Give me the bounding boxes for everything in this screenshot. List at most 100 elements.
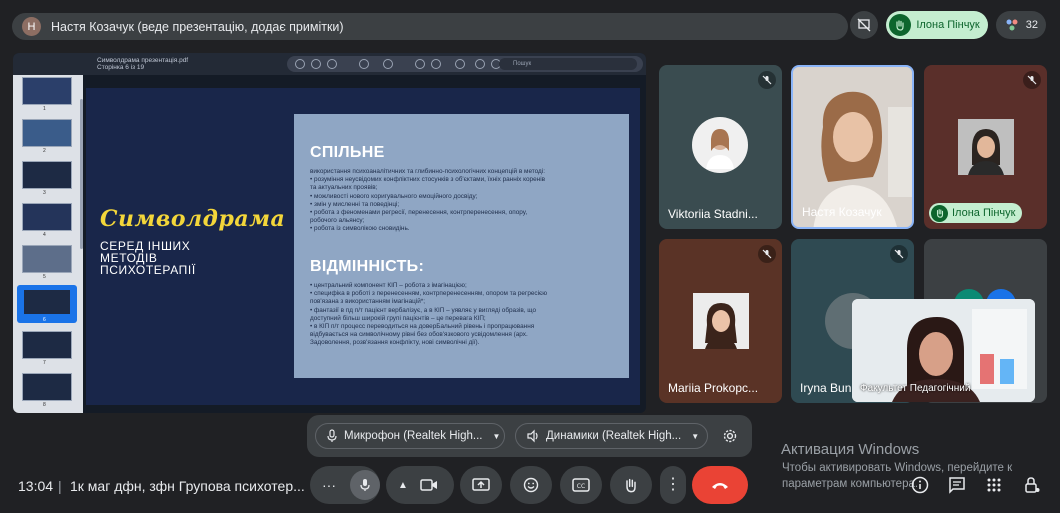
- self-view-video[interactable]: Факультет Педагогічний: [852, 299, 1035, 402]
- activities-button[interactable]: [982, 473, 1006, 497]
- camera-button[interactable]: [420, 478, 438, 492]
- shared-presentation[interactable]: Символдрама презентація.pdf Сторінка 6 і…: [13, 53, 646, 413]
- chat-icon: [949, 477, 965, 494]
- participant-tile[interactable]: Ілона Пінчук: [924, 65, 1047, 229]
- chevron-down-icon: ▼: [691, 431, 700, 441]
- more-options-button[interactable]: ⋮: [660, 466, 686, 504]
- zoom-out-icon[interactable]: [311, 59, 321, 69]
- thumbnail-number: 3: [43, 190, 46, 196]
- audio-device-bar: Микрофон (Realtek High... ▼ Динамики (Re…: [307, 415, 752, 457]
- meeting-title: 1к маг дфн, зфн Групова психотер...: [70, 478, 305, 494]
- participant-name: Viktoriia Stadni...: [668, 207, 758, 221]
- current-slide: Символдрама СЕРЕД ІНШИХ МЕТОДІВ ПСИХОТЕР…: [86, 88, 640, 405]
- reactions-button[interactable]: [510, 466, 552, 504]
- present-screen-button[interactable]: [460, 466, 502, 504]
- fit-icon[interactable]: [327, 59, 337, 69]
- mic-off-icon: [758, 245, 776, 263]
- text-icon[interactable]: [383, 59, 393, 69]
- separator: |: [58, 478, 62, 494]
- presenter-banner[interactable]: Н Настя Козачук (веде презентацію, додає…: [12, 13, 848, 40]
- thumbnail-number: 5: [43, 274, 46, 280]
- thumbnail-number: 4: [43, 232, 46, 238]
- common-list: використання психоаналітичних та глибинн…: [310, 168, 546, 233]
- pdf-viewer-header: Символдрама презентація.pdf Сторінка 6 і…: [13, 53, 646, 75]
- thumbnail-1[interactable]: [22, 77, 72, 105]
- presenter-banner-text: Настя Козачук (веде презентацію, додає п…: [51, 19, 344, 34]
- thumbnail-number: 8: [43, 402, 46, 408]
- more-vert-icon: ⋮: [665, 476, 681, 493]
- self-view-name: Факультет Педагогічний: [860, 383, 971, 394]
- raise-hand-icon: [931, 204, 948, 222]
- lock-person-icon: [1025, 477, 1040, 493]
- participant-name: Настя Козачук: [802, 205, 882, 219]
- apps-grid-icon: [987, 478, 1001, 492]
- microphone-select[interactable]: Микрофон (Realtek High... ▼: [315, 423, 505, 449]
- raised-hand-name-pill: Ілона Пінчук: [929, 203, 1023, 223]
- pdf-search-input[interactable]: Пошук: [499, 58, 637, 70]
- zoom-in-icon[interactable]: [295, 59, 305, 69]
- host-controls-button[interactable]: [1020, 473, 1044, 497]
- captions-icon: CC: [572, 478, 590, 492]
- thumbnail-8[interactable]: [22, 373, 72, 401]
- pdf-file-title: Символдрама презентація.pdf Сторінка 6 і…: [97, 57, 189, 71]
- share-icon[interactable]: [475, 59, 485, 69]
- thumbnail-sidebar: 1 2 3 4 5 6 7 8: [13, 75, 83, 413]
- save-icon[interactable]: [431, 59, 441, 69]
- participant-tile-speaking[interactable]: Настя Козачук: [791, 65, 914, 229]
- participant-tile[interactable]: Viktoriia Stadni...: [659, 65, 782, 229]
- participants-count: 32: [1025, 19, 1038, 31]
- speaker-select[interactable]: Динамики (Realtek High... ▼: [515, 423, 708, 449]
- participant-tile[interactable]: Mariia Prokopc...: [659, 239, 782, 403]
- svg-text:CC: CC: [577, 483, 585, 490]
- participants-button[interactable]: 32: [995, 11, 1046, 39]
- mic-icon: [360, 479, 370, 491]
- speaker-icon: [527, 429, 538, 443]
- participant-name: Iryna Bun: [800, 381, 852, 395]
- raise-hand-icon: [889, 14, 912, 36]
- hide-presentation-button[interactable]: [850, 11, 879, 39]
- draw-icon[interactable]: [359, 59, 369, 69]
- windows-activation-title: Активация Windows: [781, 441, 920, 458]
- more-dots-icon[interactable]: ···: [322, 477, 336, 493]
- thumbnail-3[interactable]: [22, 161, 72, 189]
- mic-off-icon: [1023, 71, 1041, 89]
- raised-hand-indicator[interactable]: Ілона Пінчук: [886, 11, 988, 39]
- thumbnail-number: 1: [43, 106, 46, 112]
- present-screen-icon: [472, 478, 490, 491]
- meeting-details-button[interactable]: [908, 473, 932, 497]
- settings-icon[interactable]: [455, 59, 465, 69]
- slide-content-panel: СПІЛЬНЕ використання психоаналітичних та…: [294, 114, 629, 378]
- heading-difference: ВІДМІННІСТЬ:: [310, 258, 425, 275]
- presenter-avatar: Н: [22, 17, 41, 36]
- thumbnail-4[interactable]: [22, 203, 72, 231]
- chevron-up-icon[interactable]: ▲: [398, 480, 408, 491]
- presentation-off-icon: [857, 18, 871, 32]
- meeting-clock: 13:04: [18, 478, 54, 494]
- chevron-down-icon: ▼: [492, 431, 501, 441]
- thumbnail-7[interactable]: [22, 331, 72, 359]
- raised-hand-name: Ілона Пінчук: [916, 19, 980, 31]
- camera-icon: [420, 479, 437, 491]
- camera-control-group: ▲: [386, 466, 454, 504]
- thumbnail-scrollbar[interactable]: [80, 99, 83, 249]
- chat-button[interactable]: [945, 473, 969, 497]
- leave-call-button[interactable]: [692, 466, 748, 504]
- heading-common: СПІЛЬНЕ: [310, 144, 385, 161]
- microphone-button[interactable]: [350, 470, 380, 500]
- emoji-icon: [523, 477, 539, 493]
- avatar: [693, 293, 749, 349]
- raise-hand-button[interactable]: [610, 466, 652, 504]
- print-icon[interactable]: [415, 59, 425, 69]
- thumbnail-5[interactable]: [22, 245, 72, 273]
- gear-icon: [723, 429, 737, 443]
- difference-list: • центральний компонент КІП – робота з і…: [310, 282, 548, 347]
- end-call-icon: [712, 483, 728, 489]
- top-right-controls: Ілона Пінчук 32: [850, 11, 1046, 39]
- mic-control-group: ···: [310, 466, 380, 504]
- thumbnail-number: 6: [43, 317, 46, 323]
- audio-settings-button[interactable]: [719, 425, 741, 447]
- thumbnail-6[interactable]: [22, 288, 72, 316]
- slide-script-title: Символдрама: [100, 206, 286, 232]
- captions-button[interactable]: CC: [560, 466, 602, 504]
- thumbnail-2[interactable]: [22, 119, 72, 147]
